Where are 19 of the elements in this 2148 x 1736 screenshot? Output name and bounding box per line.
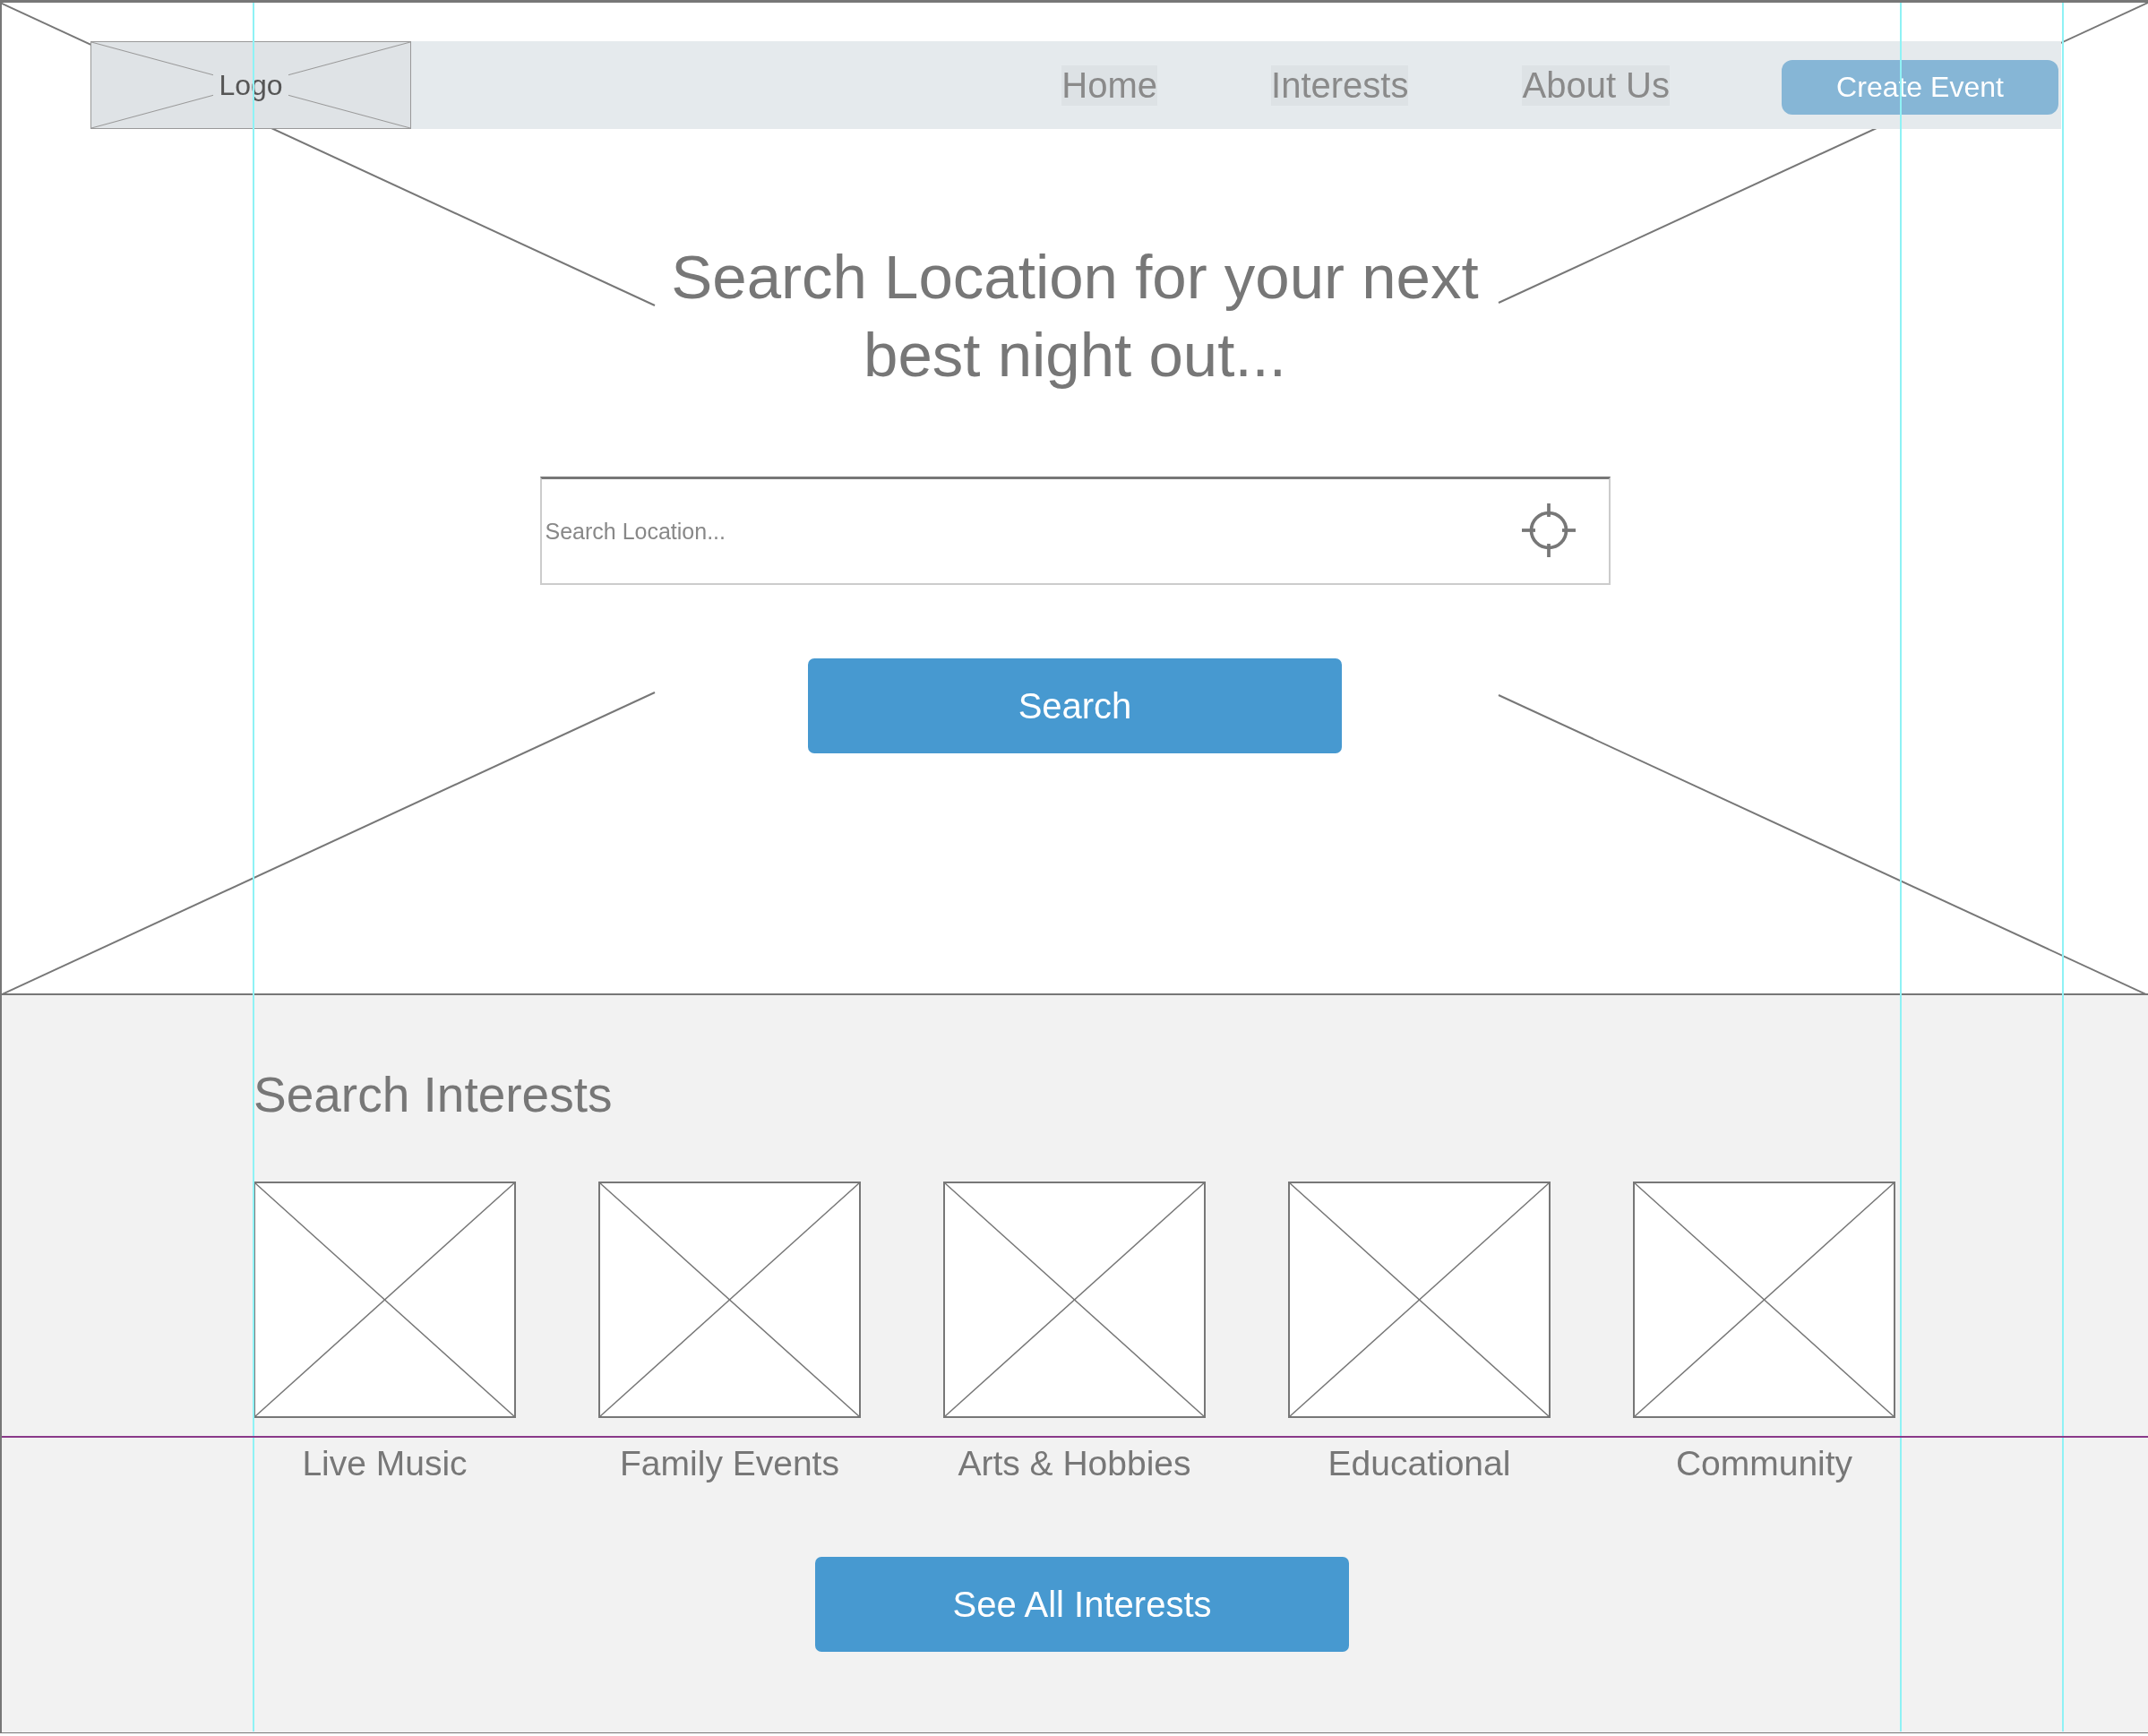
interest-label[interactable]: Live Music [302,1443,468,1484]
interest-label[interactable]: Arts & Hobbies [958,1443,1191,1484]
image-placeholder-drawing[interactable] [943,1182,1206,1418]
nav-link[interactable]: Interests [1271,64,1409,106]
search-location-field[interactable]: Search Location... [539,477,1611,585]
section-heading: Search Interests [253,1066,614,1123]
hero-title: Search Location for your next best night out... [670,242,1480,391]
interest-label[interactable]: Family Events [620,1443,839,1484]
interest-label[interactable]: Educational [1327,1443,1511,1484]
nav-link[interactable]: About Us [1522,64,1670,106]
image-placeholder-drawing[interactable] [1633,1182,1895,1418]
image-placeholder-drawing[interactable] [253,1182,516,1418]
nav-link[interactable]: Home [1061,64,1158,106]
image-placeholder-drawing[interactable] [1288,1182,1551,1418]
search-button[interactable]: Search [808,658,1342,753]
interest-label[interactable]: Community [1675,1443,1853,1484]
image-placeholder-drawing[interactable] [598,1182,861,1418]
create-event-button[interactable]: Create Event [1782,60,2058,115]
see-all-interests-button[interactable]: See All Interests [815,1557,1349,1652]
